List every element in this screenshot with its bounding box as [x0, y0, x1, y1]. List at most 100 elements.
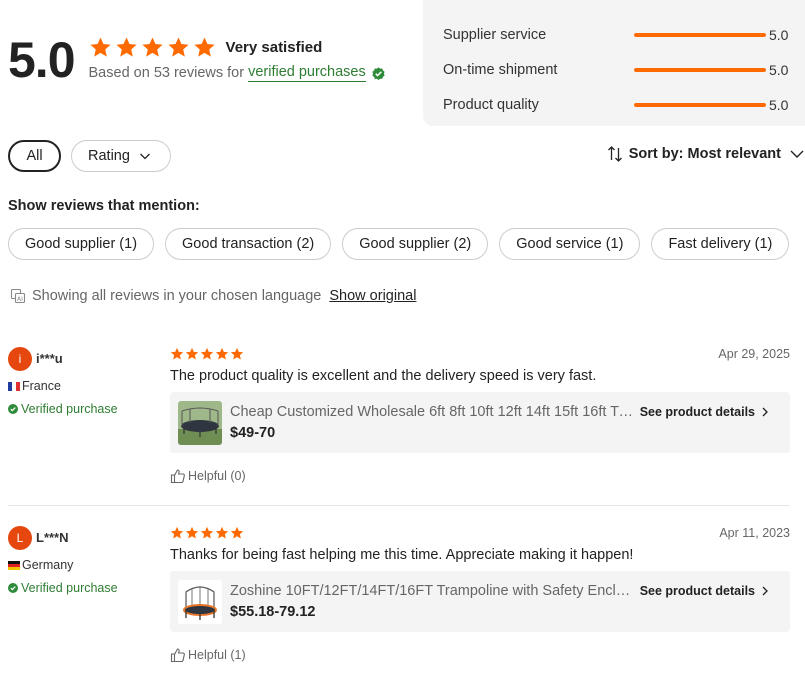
satisfaction-label: Very satisfied — [225, 39, 323, 56]
france-flag-icon — [8, 381, 20, 391]
see-product-details-link[interactable]: See product details — [640, 584, 770, 598]
sort-label: Sort by: Most relevant — [628, 146, 781, 162]
star-icon — [185, 347, 199, 360]
metric-bar — [634, 67, 766, 72]
details-label: See product details — [639, 405, 755, 419]
reviewer-info: i i***u France Verified purchase — [8, 347, 158, 416]
product-price: $49-70 — [230, 425, 276, 441]
review-stars — [170, 347, 790, 361]
star-icon — [215, 347, 229, 360]
product-title: Zoshine 10FT/12FT/14FT/16FT Trampoline w… — [230, 583, 635, 599]
chevron-down-icon — [139, 153, 150, 160]
verified-purchase: Verified purchase — [8, 581, 158, 595]
product-price: $55.18-79.12 — [230, 604, 316, 620]
review-stars — [170, 526, 790, 540]
star-icon — [170, 526, 184, 539]
thumbs-up-icon — [170, 648, 185, 663]
verified-badge-icon — [8, 404, 18, 414]
helpful-count: Helpful (0) — [188, 469, 246, 483]
star-icon — [230, 347, 244, 360]
mention-tag[interactable]: Good supplier (2) — [342, 228, 489, 260]
metric-value: 5.0 — [769, 61, 789, 78]
filter-all-button[interactable]: All — [8, 140, 61, 172]
metric-product-quality: Product quality 5.0 — [443, 87, 805, 122]
rating-summary: 5.0 Very satisfied Based on 53 reviews f… — [8, 30, 386, 90]
chevron-down-icon — [790, 150, 804, 158]
helpful-button[interactable]: Helpful (1) — [170, 647, 790, 663]
metric-supplier-service: Supplier service 5.0 — [443, 17, 805, 52]
review-text: The product quality is excellent and the… — [170, 368, 597, 384]
star-icon — [115, 37, 137, 57]
review-body: Apr 29, 2025 The product quality is exce… — [170, 347, 790, 484]
show-original-link[interactable]: Show original — [329, 288, 416, 304]
star-icon — [193, 37, 215, 57]
rating-breakdown: Supplier service 5.0 On-time shipment 5.… — [423, 0, 805, 126]
mention-tag[interactable]: Good supplier (1) — [8, 228, 155, 260]
verified-purchases-link[interactable]: verified purchases — [248, 64, 366, 82]
review-count-text: Based on 53 reviews for verified purchas… — [89, 64, 386, 82]
metric-bar-fill — [634, 67, 766, 72]
product-title: Cheap Customized Wholesale 6ft 8ft 10ft … — [230, 404, 635, 420]
metric-label: Supplier service — [443, 26, 547, 43]
thumbs-up-icon — [170, 469, 185, 484]
metric-bar — [634, 32, 766, 37]
review-date: Apr 11, 2023 — [719, 526, 790, 540]
metric-bar — [634, 102, 766, 107]
reviewer-country: France — [8, 379, 158, 393]
svg-text:AI: AI — [17, 296, 23, 303]
see-product-details-link[interactable]: See product details — [640, 405, 770, 419]
metric-on-time-shipment: On-time shipment 5.0 — [443, 52, 805, 87]
rating-label: Rating — [88, 148, 130, 164]
mention-tag[interactable]: Good service (1) — [499, 228, 641, 260]
mentions-title: Show reviews that mention: — [8, 198, 200, 214]
review-date: Apr 29, 2025 — [718, 347, 790, 361]
star-icon — [200, 526, 214, 539]
chevron-right-icon — [762, 586, 768, 596]
reviewer-country: Germany — [8, 558, 158, 572]
metric-label: On-time shipment — [443, 61, 558, 78]
helpful-count: Helpful (1) — [188, 648, 246, 662]
mention-tag[interactable]: Good transaction (2) — [165, 228, 332, 260]
germany-flag-icon — [8, 560, 20, 570]
reviewer-name: i***u — [36, 351, 63, 366]
language-notice: AI Showing all reviews in your chosen la… — [10, 288, 416, 304]
review-body: Apr 11, 2023 Thanks for being fast helpi… — [170, 526, 790, 663]
metric-value: 5.0 — [769, 26, 789, 43]
verified-badge-icon — [372, 66, 385, 80]
reviewer-name: L***N — [36, 530, 69, 545]
filter-rating-dropdown[interactable]: Rating — [71, 140, 171, 172]
metric-bar-fill — [634, 102, 766, 107]
country-name: Germany — [22, 558, 74, 572]
avatar: L — [8, 526, 32, 550]
star-icon — [230, 526, 244, 539]
mention-tags: Good supplier (1) Good transaction (2) G… — [8, 228, 800, 260]
product-thumbnail — [178, 400, 222, 445]
sort-dropdown[interactable]: Sort by: Most relevant — [607, 146, 805, 162]
product-thumbnail — [178, 579, 222, 624]
verified-purchase: Verified purchase — [8, 402, 158, 416]
details-label: See product details — [639, 584, 755, 598]
sort-icon — [607, 146, 622, 162]
metric-label: Product quality — [443, 96, 539, 113]
chevron-right-icon — [762, 407, 768, 417]
star-icon — [215, 526, 229, 539]
translate-icon: AI — [10, 288, 26, 304]
product-card[interactable]: Cheap Customized Wholesale 6ft 8ft 10ft … — [170, 392, 790, 453]
reviewer-info: L L***N Germany Verified purchase — [8, 526, 158, 595]
overall-score: 5.0 — [8, 32, 76, 88]
star-icon — [170, 347, 184, 360]
review-divider — [8, 505, 790, 506]
based-on-text: Based on 53 reviews for — [88, 65, 245, 81]
star-icon — [200, 347, 214, 360]
country-name: France — [22, 379, 61, 393]
verified-text: Verified purchase — [21, 402, 118, 416]
metric-value: 5.0 — [769, 96, 789, 113]
star-icon — [185, 526, 199, 539]
mention-tag[interactable]: Fast delivery (1) — [651, 228, 790, 260]
language-text: Showing all reviews in your chosen langu… — [32, 288, 322, 304]
product-card[interactable]: Zoshine 10FT/12FT/14FT/16FT Trampoline w… — [170, 571, 790, 632]
helpful-button[interactable]: Helpful (0) — [170, 468, 790, 484]
verified-badge-icon — [8, 583, 18, 593]
filter-bar: All Rating — [8, 140, 171, 172]
verified-text: Verified purchase — [21, 581, 118, 595]
